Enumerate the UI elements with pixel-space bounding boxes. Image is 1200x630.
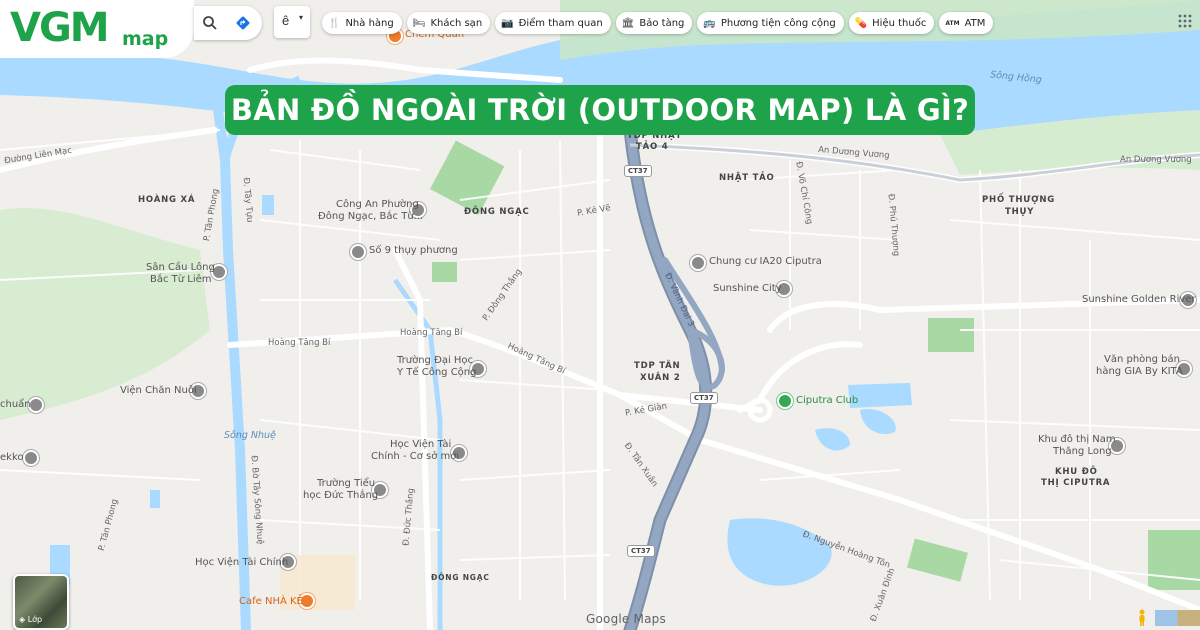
street-hoang-tang-bi-2: Hoàng Tăng Bí (400, 328, 463, 338)
pond-3 (150, 490, 160, 508)
chip-pharmacies[interactable]: 💊 Hiệu thuốc (848, 12, 935, 34)
poi-san-cau-long-2[interactable]: Bắc Từ Liêm (150, 274, 212, 286)
area-label-pho-thuong: PHỐ THƯỢNG (982, 195, 1056, 205)
poi-cong-an-line1[interactable]: Công An Phường (336, 199, 419, 211)
poi-nam-thang-long-1[interactable]: Khu đô thị Nam (1038, 434, 1116, 446)
chip-label: Phương tiện công cộng (720, 17, 836, 29)
search-bar-tail[interactable] (194, 6, 262, 40)
poi-truong-dh-2[interactable]: Y Tế Công Cộng (397, 367, 476, 379)
lake-4 (860, 409, 896, 434)
park-block-3 (928, 318, 974, 352)
language-label: ê (282, 13, 290, 28)
hotel-icon: 🛏 (412, 17, 426, 29)
water-song-nhue: Sông Nhuệ (224, 430, 276, 441)
poi-ciputra-club[interactable]: Ciputra Club (796, 395, 858, 407)
pin-so-9[interactable] (350, 244, 366, 260)
pin-ekko[interactable] (23, 450, 39, 466)
chip-attractions[interactable]: 📷 Điểm tham quan (495, 12, 611, 34)
area-label-xuan-2: XUÂN 2 (640, 373, 681, 383)
street-an-duong-vuong-2: An Dương Vương (1120, 155, 1192, 165)
poi-so-9[interactable]: Số 9 thụy phương (369, 245, 458, 257)
poi-hv-tai-chinh-moi-2[interactable]: Chính - Cơ sở mới (371, 451, 459, 463)
area-label-tao-4: TẢO 4 (636, 142, 669, 152)
transit-icon: 🚌 (703, 17, 716, 29)
chip-label: ATM (964, 17, 986, 29)
vgm-logo[interactable]: VGM map (0, 0, 194, 58)
poi-sunshine-golden-river[interactable]: Sunshine Golden River (1082, 294, 1196, 306)
layers-toggle[interactable]: ◈ Lớp (13, 574, 69, 630)
poi-tieu-hoc-1[interactable]: Trường Tiểu (317, 478, 375, 490)
chip-museums[interactable]: 🏛 Bảo tàng (615, 12, 693, 34)
area-label-nhat-tao: NHẬT TẢO (719, 173, 775, 183)
lake-1 (727, 518, 832, 586)
poi-cafe-nha-ke[interactable]: Cafe NHÀ KẺ (239, 596, 303, 608)
museum-icon: 🏛 (621, 17, 635, 29)
poi-chung-cu-ia20[interactable]: Chung cư IA20 Ciputra (709, 256, 822, 268)
camera-icon: 📷 (501, 17, 514, 29)
park-block-5 (907, 538, 968, 582)
area-label-khu-do: KHU ĐÔ (1055, 467, 1098, 477)
layers-icon: ◈ (19, 615, 26, 624)
poi-cong-an-line2[interactable]: Đông Ngạc, Bắc Từ... (318, 211, 423, 223)
directions-icon[interactable] (235, 15, 251, 31)
area-label-dong-ngac: ĐÔNG NGẠC (464, 207, 530, 217)
chip-label: Hiệu thuốc (872, 17, 927, 29)
area-label-hoang-xa: HOÀNG XÁ (138, 195, 196, 205)
lake-3 (815, 428, 850, 451)
road-badge-ct37-1: CT37 (624, 165, 652, 177)
chevron-down-icon: ▾ (299, 13, 304, 22)
restaurant-icon: 🍴 (328, 17, 341, 29)
poi-van-phong-1[interactable]: Văn phòng bán (1104, 354, 1180, 366)
chip-label: Khách sạn (430, 17, 483, 29)
area-label-tdp-tan: TDP TÂN (634, 361, 681, 371)
poi-chuan[interactable]: chuẩn (0, 399, 31, 411)
poi-sunshine-city[interactable]: Sunshine City (713, 283, 782, 295)
category-chips: 🍴 Nhà hàng 🛏 Khách sạn 📷 Điểm tham quan 🏛 Bả… (322, 12, 994, 34)
poi-hv-tai-chinh[interactable]: Học Viện Tài Chính (195, 557, 288, 569)
chip-label: Bảo tàng (639, 17, 685, 29)
poi-vien-chan-nuoi[interactable]: Viện Chăn Nuôi (120, 385, 197, 397)
chip-atm[interactable]: ATM ATM (939, 12, 994, 34)
poi-san-cau-long-1[interactable]: Sân Cầu Lông (146, 262, 215, 274)
road-badge-ct37-3: CT37 (627, 545, 655, 557)
chip-label: Điểm tham quan (518, 17, 603, 29)
chip-transit[interactable]: 🚌 Phương tiện công cộng (697, 12, 844, 34)
headline-banner: BẢN ĐỒ NGOÀI TRỜI (OUTDOOR MAP) LÀ GÌ? (225, 85, 975, 135)
search-icon[interactable] (202, 15, 218, 31)
pegman-icon[interactable] (1137, 609, 1147, 626)
logo-wordmark: VGM (10, 5, 110, 51)
pharmacy-icon: 💊 (854, 17, 868, 29)
road-badge-ct37-2: CT37 (690, 392, 718, 404)
layers-text: Lớp (27, 615, 43, 624)
poi-truong-dh-1[interactable]: Trường Đại Học (397, 355, 473, 367)
park-block-2 (432, 262, 457, 282)
layers-label: ◈ Lớp (19, 615, 42, 624)
chip-hotels[interactable]: 🛏 Khách sạn (406, 12, 491, 34)
atm-icon: ATM (945, 19, 960, 27)
pin-chung-cu-ia20[interactable] (690, 255, 706, 271)
street-hoang-tang-bi-1: Hoàng Tăng Bí (268, 338, 331, 348)
headline-text: BẢN ĐỒ NGOÀI TRỜI (OUTDOOR MAP) LÀ GÌ? (230, 93, 970, 127)
pond-2 (262, 195, 274, 215)
imagery-thumbnails[interactable] (1155, 610, 1200, 626)
pin-ciputra-club[interactable] (777, 393, 793, 409)
park-block-1 (430, 140, 505, 215)
apps-grid-icon[interactable] (1178, 14, 1192, 28)
poi-nam-thang-long-2[interactable]: Thăng Long (1053, 446, 1112, 458)
logo-suffix: map (122, 28, 169, 50)
area-label-thi-ciputra: THỊ CIPUTRA (1041, 478, 1111, 488)
attribution: Google Maps (586, 612, 666, 626)
poi-tieu-hoc-2[interactable]: học Đức Thắng (303, 490, 378, 502)
park-block-4 (1148, 530, 1200, 590)
poi-ekko[interactable]: ekko (0, 452, 24, 464)
poi-hv-tai-chinh-moi-1[interactable]: Học Viện Tài (390, 439, 451, 451)
chip-label: Nhà hàng (345, 17, 394, 29)
language-selector[interactable]: ê ▾ (274, 6, 310, 38)
chip-restaurants[interactable]: 🍴 Nhà hàng (322, 12, 402, 34)
area-label-thuy: THỤY (1005, 207, 1035, 217)
area-label-dong-ngac-south: ĐÔNG NGẠC (431, 573, 490, 582)
poi-van-phong-2[interactable]: hàng GIA By KITA (1096, 366, 1183, 378)
